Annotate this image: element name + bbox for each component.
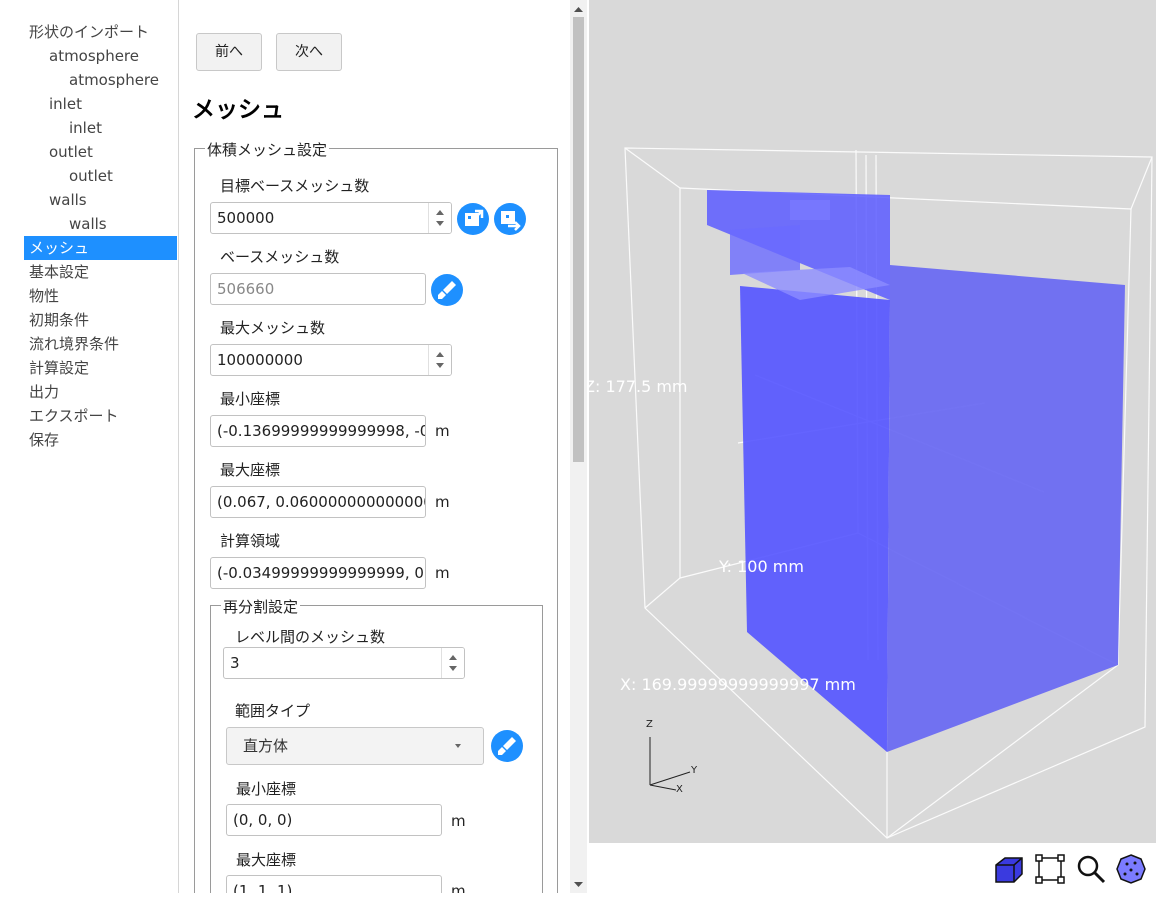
sidebar-item-inlet-patch[interactable]: inlet (64, 116, 182, 140)
box-import-icon (465, 209, 484, 226)
scrollbar-thumb[interactable] (573, 17, 584, 462)
min-coord-unit: m (435, 422, 450, 440)
base-mesh-count-label: ベースメッシュ数 (220, 248, 340, 266)
x-dimension-label: X: 169.99999999999997 mm (620, 675, 856, 694)
chevron-down-icon (455, 744, 461, 748)
max-coord-label: 最大座標 (220, 461, 281, 479)
box-export-icon (501, 211, 521, 231)
max-mesh-count-label: 最大メッシュ数 (220, 319, 326, 337)
region-type-value: 直方体 (243, 737, 289, 755)
sidebar-item-outlet-patch[interactable]: outlet (64, 164, 182, 188)
sidebar-item-properties[interactable]: 物性 (24, 284, 182, 308)
refinement-max-coord-label: 最大座標 (236, 851, 297, 869)
refinement-min-coord-label: 最小座標 (236, 780, 297, 798)
axis-x-label: X (676, 784, 683, 795)
refinement-min-coord-input[interactable]: (0, 0, 0) (226, 804, 442, 836)
max-mesh-count-value: 100000000 (217, 351, 303, 369)
sidebar-item-save[interactable]: 保存 (24, 428, 182, 452)
sphere-points-icon[interactable] (1115, 853, 1147, 885)
refinement-min-coord-unit: m (451, 812, 466, 830)
max-coord-input[interactable]: (0.067, 0.060000000000000 (210, 486, 426, 518)
sidebar-item-boundary-conditions[interactable]: 流れ境界条件 (24, 332, 182, 356)
cells-between-levels-input[interactable]: 3 (223, 647, 465, 679)
max-mesh-count-stepper[interactable] (428, 345, 451, 375)
sidebar: 形状のインポート atmosphere atmosphere inlet inl… (0, 0, 179, 893)
brush-icon (438, 281, 456, 299)
max-coord-unit: m (435, 493, 450, 511)
sidebar-item-atmosphere-patch[interactable]: atmosphere (64, 68, 182, 92)
prev-button[interactable]: 前へ (196, 33, 262, 71)
sidebar-item-walls-patch[interactable]: walls (64, 212, 182, 236)
axis-z-label: Z (646, 719, 653, 730)
sidebar-item-atmosphere[interactable]: atmosphere (44, 44, 182, 68)
cube-view-icon[interactable] (993, 853, 1025, 885)
axis-y-label: Y (691, 765, 698, 776)
target-base-mesh-input[interactable]: 500000 (210, 202, 452, 234)
export-mesh-button[interactable] (494, 203, 526, 235)
sidebar-item-outlet[interactable]: outlet (44, 140, 182, 164)
region-type-select[interactable]: 直方体 (226, 727, 484, 765)
refinement-max-coord-input[interactable]: (1, 1, 1) (226, 875, 442, 893)
target-base-mesh-stepper[interactable] (428, 203, 451, 233)
domain-unit: m (435, 564, 450, 582)
compute-mesh-button[interactable] (431, 274, 463, 306)
sidebar-item-output[interactable]: 出力 (24, 380, 182, 404)
region-type-label: 範囲タイプ (235, 702, 311, 720)
geometry-walls (707, 190, 1125, 752)
settings-panel: 前へ 次へ メッシュ 体積メッシュ設定 目標ベースメッシュ数 500000 ベー… (179, 0, 570, 893)
region-apply-button[interactable] (491, 730, 523, 762)
mesh-render (624, 147, 1153, 839)
sidebar-item-walls[interactable]: walls (44, 188, 182, 212)
next-button[interactable]: 次へ (276, 33, 342, 71)
refinement-max-coord-unit: m (451, 882, 466, 893)
sidebar-item-basic-settings[interactable]: 基本設定 (24, 260, 182, 284)
refinement-legend: 再分割設定 (221, 596, 301, 617)
sidebar-item-export[interactable]: エクスポート (24, 404, 182, 428)
domain-label: 計算領域 (220, 532, 281, 550)
sidebar-item-inlet[interactable]: inlet (44, 92, 182, 116)
target-base-mesh-value: 500000 (217, 209, 275, 227)
sidebar-item-calc-settings[interactable]: 計算設定 (24, 356, 182, 380)
import-mesh-button[interactable] (457, 203, 489, 235)
cells-between-levels-label: レベル間のメッシュ数 (235, 628, 386, 646)
min-coord-input[interactable]: (-0.13699999999999998, -0. (210, 415, 426, 447)
z-dimension-label: Z: 177.5 mm (589, 377, 688, 396)
zoom-icon[interactable] (1075, 853, 1107, 885)
domain-input[interactable]: (-0.03499999999999999, 0, (210, 557, 426, 589)
target-base-mesh-label: 目標ベースメッシュ数 (220, 177, 370, 195)
sidebar-item-mesh[interactable]: メッシュ (24, 236, 177, 260)
max-mesh-count-input[interactable]: 100000000 (210, 344, 452, 376)
cells-between-levels-value: 3 (230, 654, 240, 672)
3d-viewport[interactable]: Z: 177.5 mm Y: 100 mm X: 169.99999999999… (589, 0, 1156, 843)
y-dimension-label: Y: 100 mm (719, 557, 804, 576)
bounding-box-icon[interactable] (1034, 853, 1066, 885)
viewport-toolbar (589, 843, 1156, 893)
brush-icon (498, 737, 516, 755)
sidebar-item-initial-conditions[interactable]: 初期条件 (24, 308, 182, 332)
volume-mesh-legend: 体積メッシュ設定 (205, 139, 330, 160)
sidebar-item-import[interactable]: 形状のインポート (24, 20, 182, 44)
base-mesh-count-field: 506660 (210, 273, 426, 305)
cells-between-levels-stepper[interactable] (441, 648, 464, 678)
page-title: メッシュ (192, 97, 284, 123)
min-coord-label: 最小座標 (220, 390, 281, 408)
